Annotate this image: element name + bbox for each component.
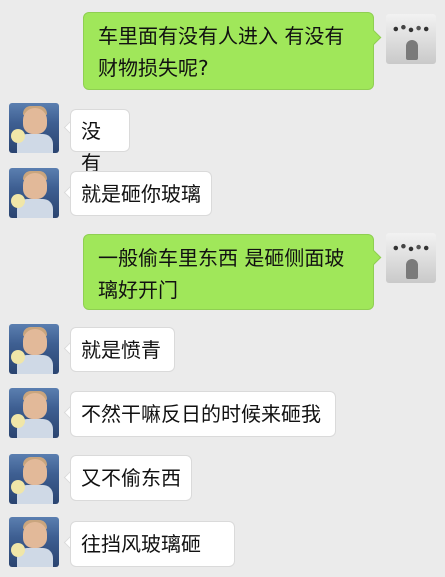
- message-bubble-received[interactable]: 没有: [70, 109, 130, 175]
- contact-avatar[interactable]: [9, 517, 59, 567]
- message-text: 就是愤青: [81, 338, 161, 362]
- message-text: 往挡风玻璃砸: [81, 532, 201, 556]
- message-bubble-received[interactable]: 就是愤青: [70, 327, 175, 372]
- contact-avatar[interactable]: [9, 168, 59, 218]
- message-bubble-received[interactable]: 往挡风玻璃砸: [70, 521, 235, 567]
- self-avatar[interactable]: [386, 233, 436, 283]
- message-bubble-received[interactable]: 又不偷东西: [70, 455, 192, 501]
- chat-thread[interactable]: 车里面有没有人进入 有没有财物损失呢? 没有 就是砸你玻璃 一般偷车里东西 是砸…: [0, 0, 445, 577]
- contact-avatar[interactable]: [9, 454, 59, 504]
- contact-avatar[interactable]: [9, 103, 59, 153]
- message-bubble-received[interactable]: 就是砸你玻璃: [70, 171, 212, 216]
- message-bubble-received[interactable]: 不然干嘛反日的时候来砸我: [70, 391, 336, 437]
- message-bubble-sent[interactable]: 车里面有没有人进入 有没有财物损失呢?: [83, 12, 374, 90]
- message-text: 车里面有没有人进入 有没有财物损失呢?: [98, 24, 345, 80]
- contact-avatar[interactable]: [9, 324, 59, 374]
- message-text: 又不偷东西: [81, 466, 181, 490]
- message-text: 没有: [81, 119, 101, 175]
- message-text: 不然干嘛反日的时候来砸我: [81, 402, 321, 426]
- contact-avatar[interactable]: [9, 388, 59, 438]
- message-bubble-sent[interactable]: 一般偷车里东西 是砸侧面玻璃好开门: [83, 234, 374, 310]
- message-text: 一般偷车里东西 是砸侧面玻璃好开门: [98, 246, 345, 302]
- message-text: 就是砸你玻璃: [81, 182, 201, 206]
- self-avatar[interactable]: [386, 14, 436, 64]
